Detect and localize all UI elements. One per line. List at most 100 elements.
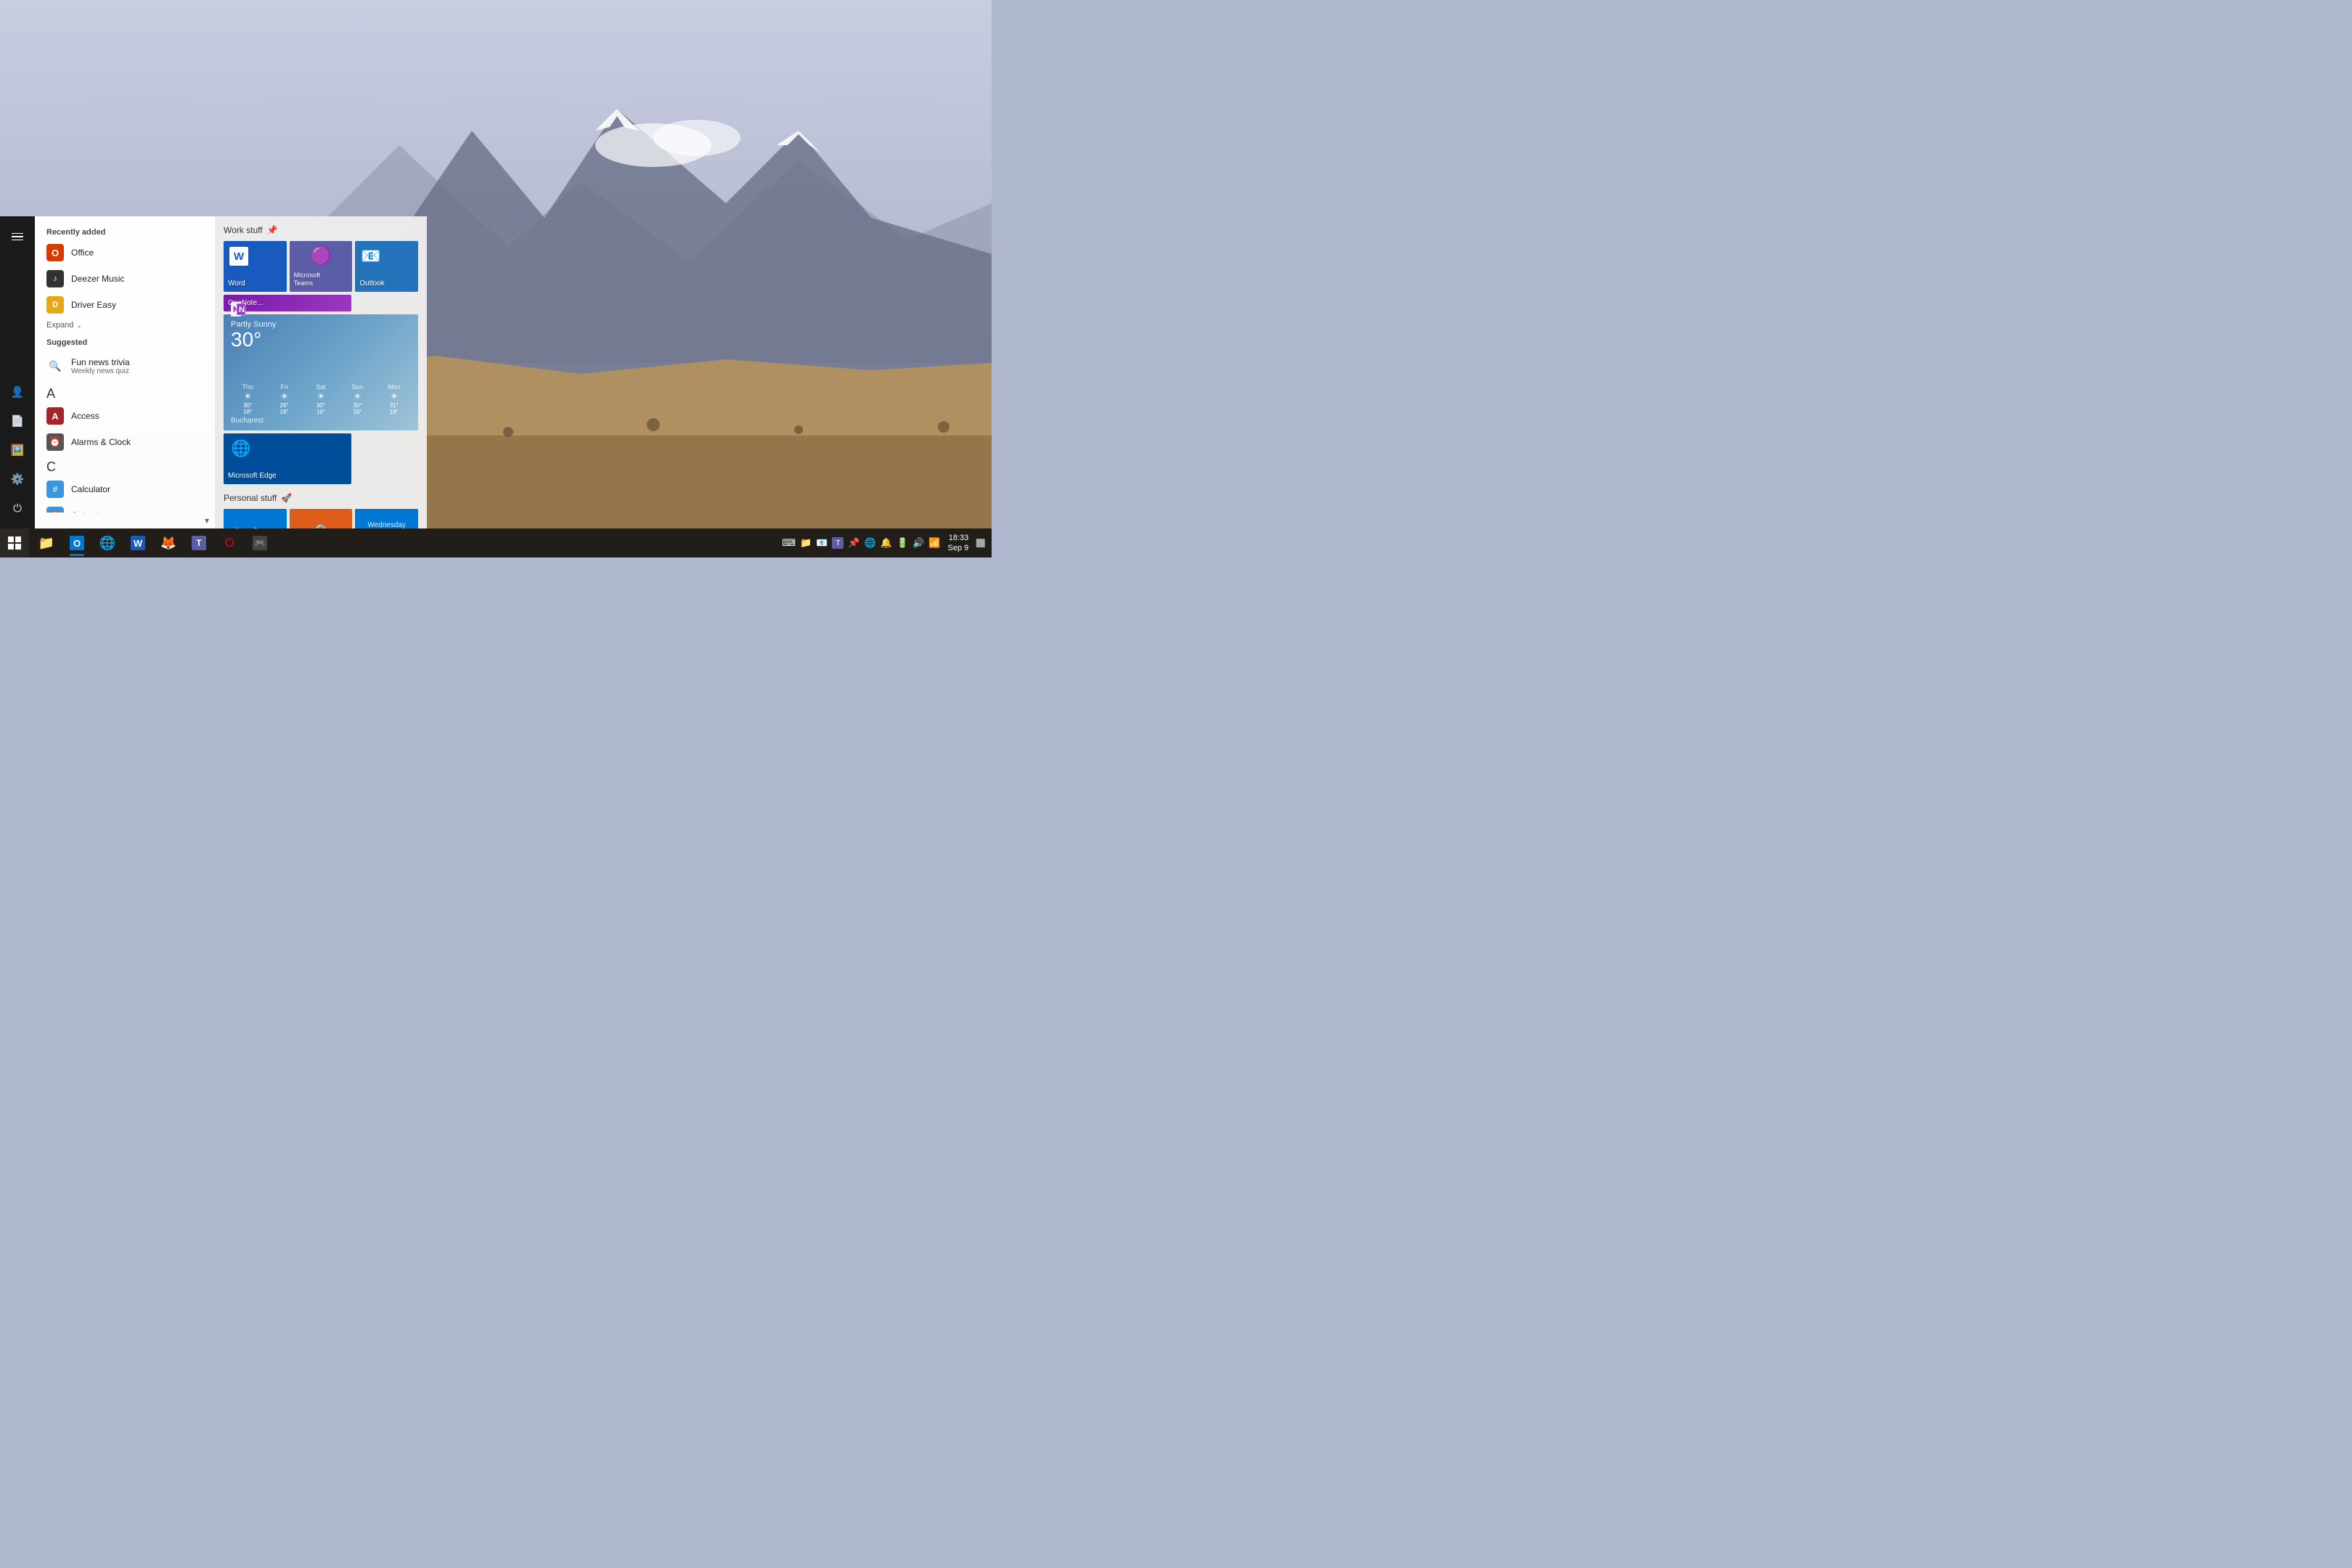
start-menu: 👤 📄 🖼️ ⚙️ ⏻ Recently added O Office ♪ <box>0 216 427 528</box>
app-item-alarms[interactable]: ⏰ Alarms & Clock <box>35 429 215 455</box>
app-item-driver-easy-recent[interactable]: D Driver Easy <box>35 292 215 318</box>
tile-onenote[interactable]: N N OneNote... <box>224 295 351 311</box>
word-tile-icon: W <box>229 247 248 266</box>
tray-pin-icon[interactable]: 📌 <box>848 537 859 549</box>
calculator-icon: # <box>46 481 64 498</box>
hamburger-button[interactable] <box>3 222 32 251</box>
taskbar-date: Sep 9 <box>948 543 969 553</box>
user-icon-button[interactable]: 👤 <box>3 377 32 407</box>
forecast-sat: Sat ☀ 30°16° <box>304 383 338 415</box>
password-shield-icon: 🔒 <box>309 523 334 529</box>
photo-icon-button[interactable]: 🖼️ <box>3 436 32 465</box>
tray-mail-icon[interactable]: 📧 <box>816 537 828 549</box>
teams-tile-icon: 🟣 <box>310 245 332 266</box>
taskbar-system-tray: ⌨ 📁 📧 T 📌 🌐 🔔 🔋 🔊 📶 18:33 Sep 9 ⬜ <box>782 533 992 554</box>
work-tiles-row2: Partly Sunny 30° Thu ☀ 30°18° Fri ☀ <box>224 295 418 430</box>
news-trivia-title: Fun news trivia <box>71 357 130 367</box>
weather-temp: 30° <box>231 329 411 351</box>
start-button[interactable] <box>0 528 29 558</box>
app-item-office[interactable]: O Office <box>35 240 215 266</box>
app-item-deezer[interactable]: ♪ Deezer Music <box>35 266 215 292</box>
deezer-icon: ♪ <box>46 270 64 287</box>
weather-content: Partly Sunny 30° Thu ☀ 30°18° Fri ☀ <box>224 314 418 430</box>
taskbar-teams[interactable]: T <box>184 528 213 558</box>
tile-teams[interactable]: 🟣 Microsoft Teams <box>290 241 353 292</box>
forecast-fri: Fri ☀ 29°18° <box>267 383 301 415</box>
edge-tile-row: 🌐 Microsoft Edge <box>224 433 418 484</box>
app-item-calendar[interactable]: 📅 Calendar <box>35 502 215 513</box>
tray-wifi-icon[interactable]: 📶 <box>928 537 940 549</box>
work-section-title: Work stuff 📌 <box>224 225 418 235</box>
calendar-icon: 📅 <box>46 507 64 513</box>
teams-tile-line2: Teams <box>294 279 321 287</box>
driver-easy-icon-recent: D <box>46 296 64 314</box>
taskbar-outlook[interactable]: O <box>62 528 91 558</box>
tile-calendar-date[interactable]: Wednesday 9 <box>355 509 418 528</box>
alpha-header-c: C <box>35 455 215 476</box>
tray-network-icon[interactable]: 🌐 <box>865 537 876 549</box>
tile-word[interactable]: W Word <box>224 241 287 292</box>
tray-teams-icon[interactable]: T <box>832 537 844 549</box>
personal-tiles: Surface 🔒 Wednesday 9 <box>224 509 418 528</box>
start-tiles-panel: Work stuff 📌 W Word 🟣 Microsoft Teams <box>215 216 427 528</box>
power-icon-button[interactable]: ⏻ <box>3 494 32 523</box>
tile-outlook[interactable]: 📧 Outlook <box>355 241 418 292</box>
taskbar: 📁 O 🌐 W 🦊 T O 🎮 <box>0 528 992 558</box>
app-item-calculator[interactable]: # Calculator <box>35 476 215 502</box>
access-icon: A <box>46 407 64 425</box>
app-name-deezer: Deezer Music <box>71 274 124 284</box>
teams-tile-line1: Microsoft <box>294 271 321 279</box>
office-icon: O <box>46 244 64 261</box>
personal-section-title: Personal stuff 🚀 <box>224 493 418 503</box>
tile-password[interactable]: 🔒 <box>290 509 353 528</box>
app-item-access[interactable]: A Access <box>35 403 215 429</box>
taskbar-file-explorer[interactable]: 📁 <box>32 528 61 558</box>
recently-added-header: Recently added <box>35 222 215 240</box>
app-list: Recently added O Office ♪ Deezer Music D <box>35 216 215 513</box>
app-name-calculator: Calculator <box>71 484 110 494</box>
taskbar-edge[interactable]: 🌐 <box>93 528 122 558</box>
expand-button[interactable]: Expand ⌄ <box>35 318 215 332</box>
tray-battery-icon[interactable]: 🔋 <box>897 537 908 549</box>
taskbar-time-date[interactable]: 18:33 Sep 9 <box>944 533 973 554</box>
app-name-access: Access <box>71 411 99 421</box>
taskbar-opera[interactable]: O <box>215 528 244 558</box>
taskbar-word[interactable]: W <box>123 528 152 558</box>
start-left-panel: Recently added O Office ♪ Deezer Music D <box>35 216 215 528</box>
file-icon-button[interactable]: 📄 <box>3 407 32 436</box>
taskbar-time: 18:33 <box>948 533 969 543</box>
calendar-day-label: Wednesday <box>367 521 406 529</box>
start-main: Recently added O Office ♪ Deezer Music D <box>35 216 427 528</box>
tray-volume-icon[interactable]: 🔊 <box>912 537 924 549</box>
outlook-tile-icon: 📧 <box>361 247 380 266</box>
news-trivia-subtitle: Weekly news quiz <box>71 367 130 375</box>
word-tile-label: Word <box>228 279 245 287</box>
tile-surface[interactable]: Surface <box>224 509 287 528</box>
taskbar-app-icons: 📁 O 🌐 W 🦊 T O 🎮 <box>29 528 277 558</box>
weather-city: Bucharest <box>231 417 411 425</box>
svg-text:N: N <box>239 306 245 314</box>
suggested-header: Suggested <box>35 332 215 350</box>
edge-tile-label: Microsoft Edge <box>228 472 277 480</box>
weather-forecast: Thu ☀ 30°18° Fri ☀ 29°18° Sat <box>231 383 411 415</box>
taskbar-firefox[interactable]: 🦊 <box>154 528 183 558</box>
search-icon-small: 🔍 <box>46 357 64 375</box>
taskbar-app7[interactable]: 🎮 <box>245 528 274 558</box>
tile-edge[interactable]: 🌐 Microsoft Edge <box>224 433 351 484</box>
tray-sound-icon[interactable]: 🔔 <box>881 537 892 549</box>
app-item-news-trivia[interactable]: 🔍 Fun news trivia Weekly news quiz <box>35 350 215 382</box>
keyboard-icon[interactable]: ⌨ <box>782 537 796 549</box>
notification-area[interactable]: ⬜ <box>976 539 986 548</box>
edge-tile-icon: 🌐 <box>231 439 250 458</box>
suggested-text-news: Fun news trivia Weekly news quiz <box>71 357 130 375</box>
alarms-icon: ⏰ <box>46 433 64 451</box>
surface-text: Surface <box>232 526 277 528</box>
outlook-tile-label: Outlook <box>359 279 384 287</box>
tray-file-icon[interactable]: 📁 <box>800 537 812 549</box>
app-name-driver-easy-recent: Driver Easy <box>71 300 116 310</box>
settings-icon-button[interactable]: ⚙️ <box>3 465 32 494</box>
work-tiles-row1: W Word 🟣 Microsoft Teams 📧 Outlook <box>224 241 418 292</box>
scroll-down-indicator: ▾ <box>35 513 215 528</box>
tile-weather[interactable]: Partly Sunny 30° Thu ☀ 30°18° Fri ☀ <box>224 314 418 430</box>
alpha-header-a: A <box>35 382 215 403</box>
